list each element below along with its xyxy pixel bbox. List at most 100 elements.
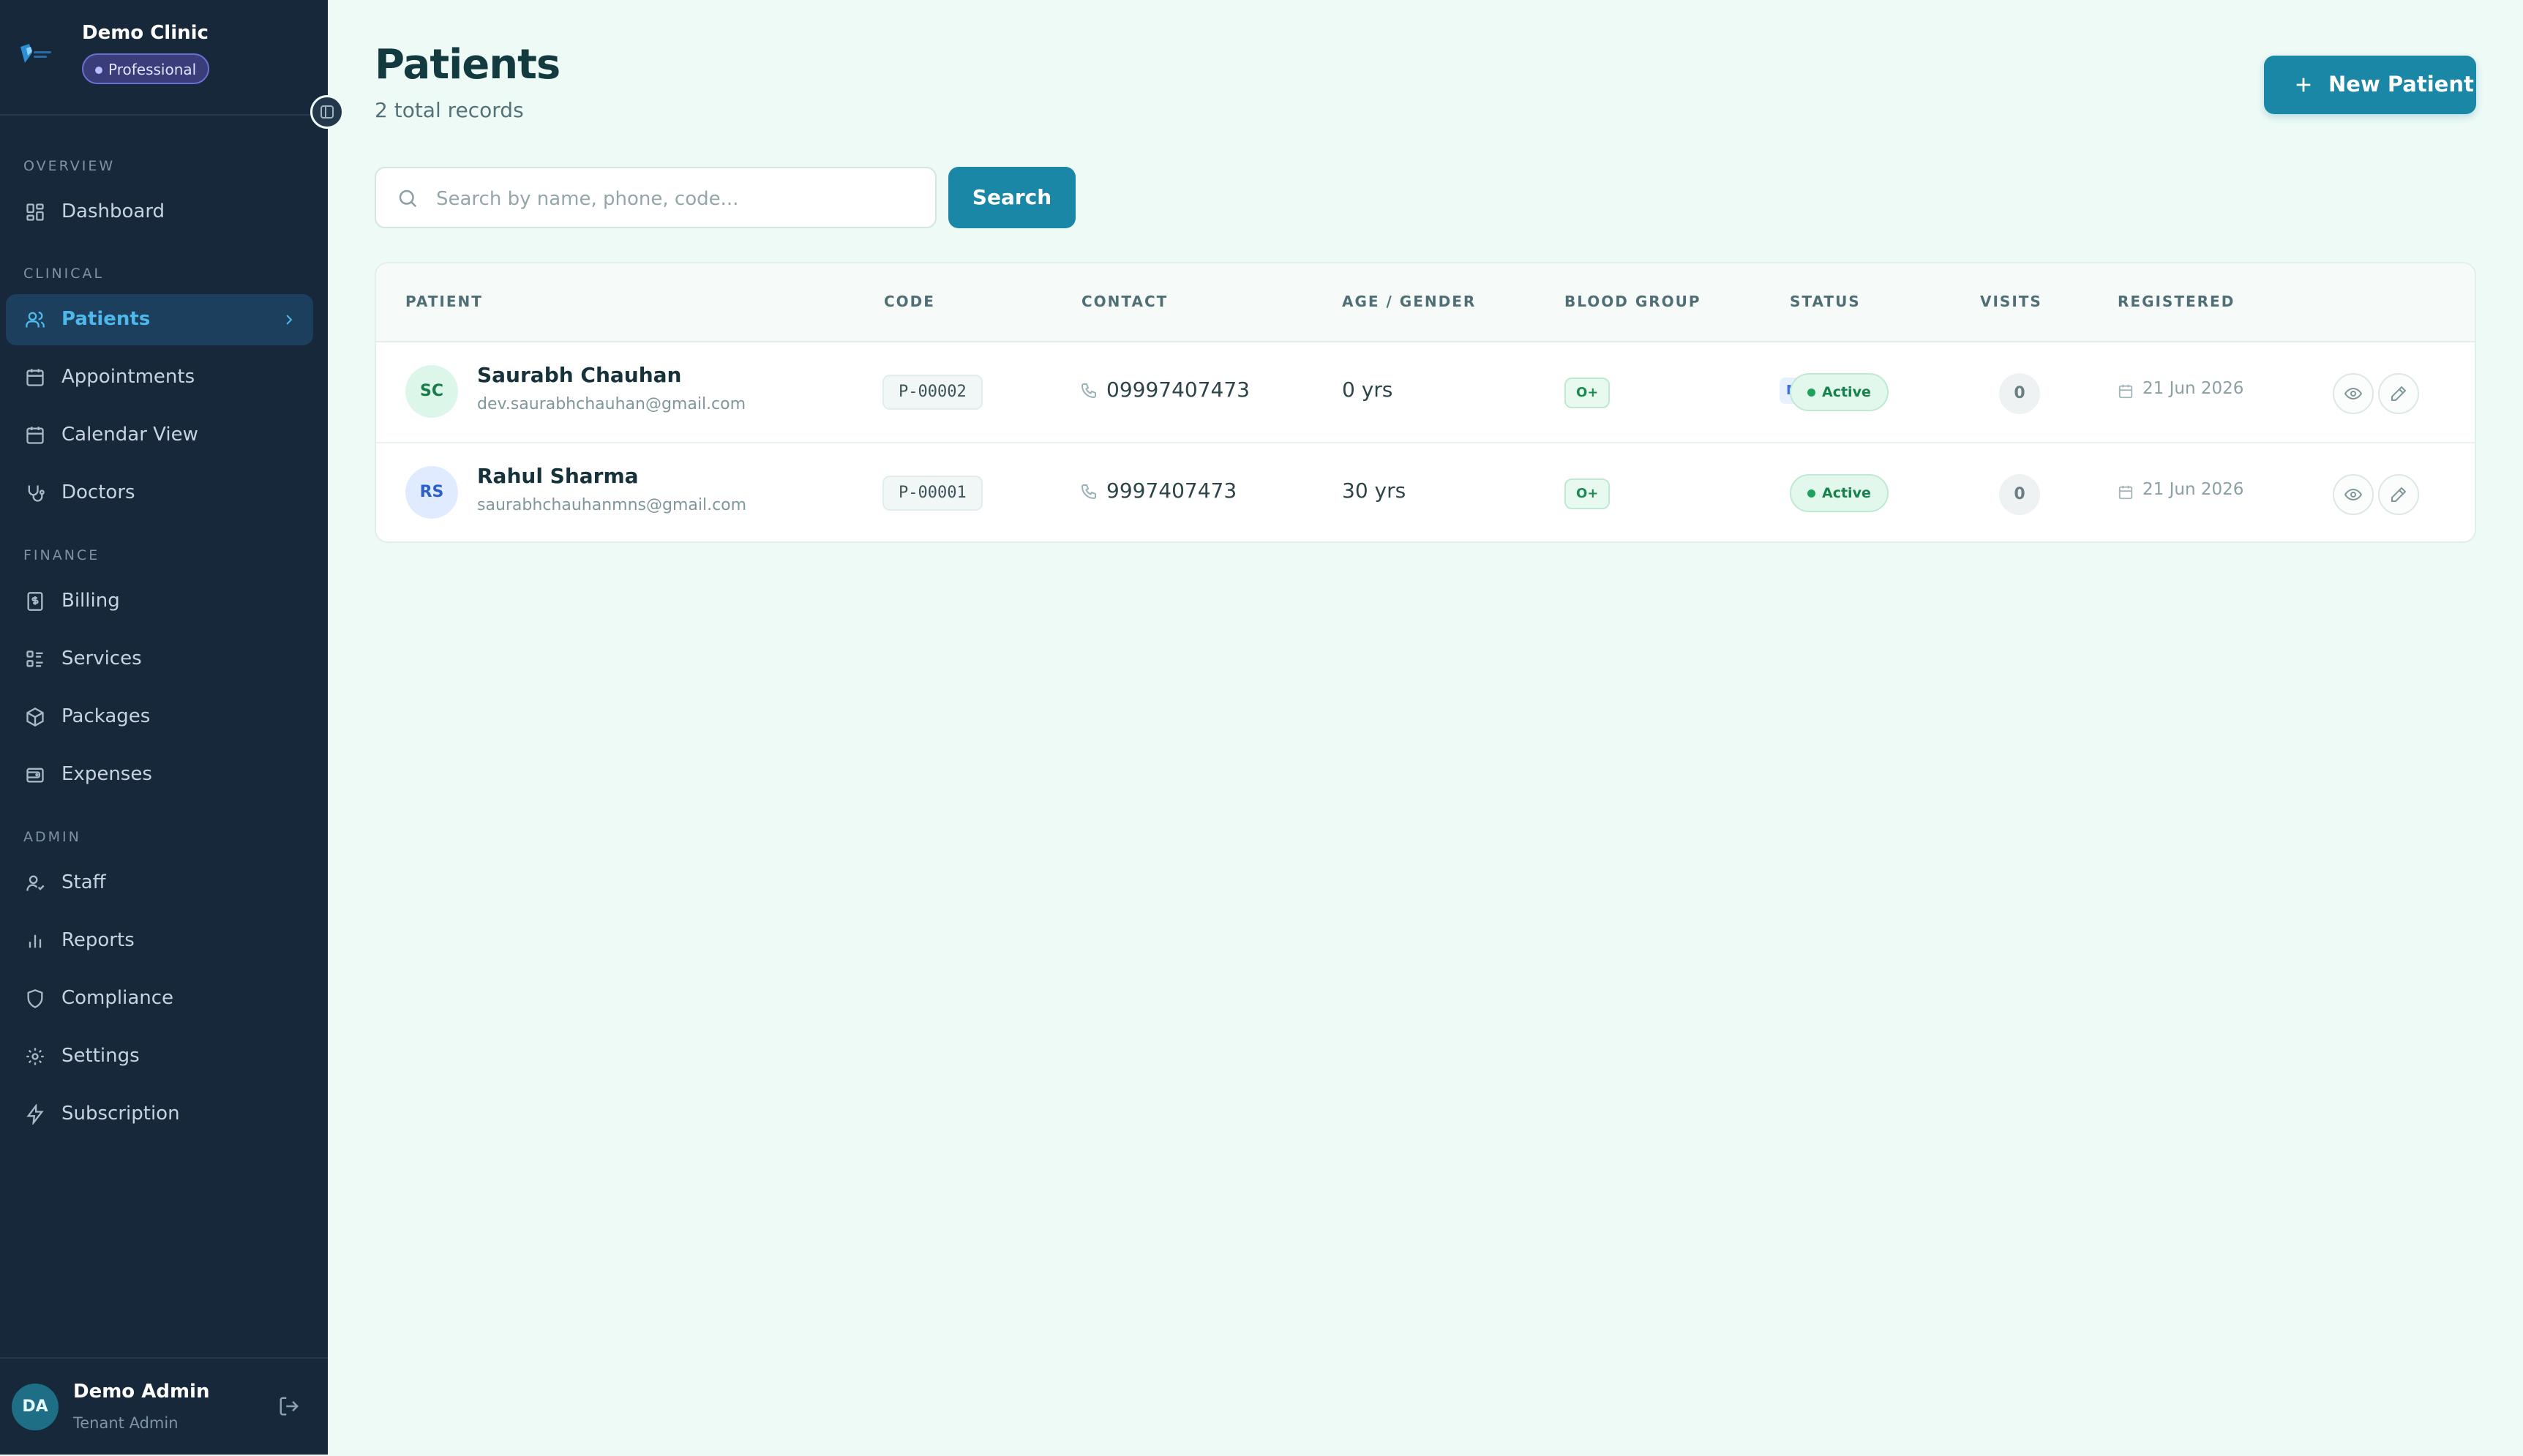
logout-icon[interactable] bbox=[278, 1395, 300, 1417]
calendar-icon bbox=[2118, 384, 2133, 399]
section-label-overview: OVERVIEW bbox=[23, 158, 116, 174]
clinic-logo-icon bbox=[20, 44, 51, 63]
sidebar-item-doctors[interactable]: Doctors bbox=[6, 468, 313, 519]
dashboard-icon bbox=[26, 203, 44, 221]
status-badge: Active bbox=[1790, 474, 1889, 512]
sidebar-item-dashboard[interactable]: Dashboard bbox=[6, 187, 313, 238]
sidebar-item-label: Appointments bbox=[61, 366, 195, 388]
avatar: DA bbox=[12, 1384, 59, 1430]
sidebar-item-label: Compliance bbox=[61, 987, 174, 1009]
user-profile: DA Demo Admin Tenant Admin bbox=[0, 1357, 328, 1456]
sidebar-item-calendar-view[interactable]: Calendar View bbox=[6, 410, 313, 461]
patient-name: Saurabh Chauhan bbox=[477, 363, 682, 387]
visits-count: 0 bbox=[1999, 373, 2040, 414]
registered-date: 21 Jun 2026 bbox=[2143, 480, 2244, 499]
sidebar-item-compliance[interactable]: Compliance bbox=[6, 973, 313, 1024]
patients-table: PATIENT CODE CONTACT AGE / GENDER BLOOD … bbox=[375, 262, 2476, 543]
search-field bbox=[375, 167, 937, 228]
sidebar-item-label: Subscription bbox=[61, 1103, 180, 1125]
sidebar-item-label: Settings bbox=[61, 1045, 140, 1067]
patient-age: 0 yrs bbox=[1342, 378, 1393, 402]
sidebar-item-patients[interactable]: Patients bbox=[6, 294, 313, 345]
page-title: Patients bbox=[375, 41, 561, 89]
column-header-patient: PATIENT bbox=[405, 293, 483, 310]
table-header: PATIENT CODE CONTACT AGE / GENDER BLOOD … bbox=[376, 263, 2475, 342]
sidebar-item-reports[interactable]: Reports bbox=[6, 915, 313, 967]
section-label-admin: ADMIN bbox=[23, 829, 81, 845]
sidebar-item-label: Expenses bbox=[61, 763, 152, 785]
patient-phone: 09997407473 bbox=[1106, 378, 1250, 402]
view-patient-button[interactable] bbox=[2333, 474, 2374, 515]
eye-icon bbox=[2344, 488, 2362, 501]
view-patient-button[interactable] bbox=[2333, 373, 2374, 414]
sidebar-item-label: Packages bbox=[61, 705, 151, 727]
edit-patient-button[interactable] bbox=[2378, 474, 2419, 515]
list-icon bbox=[26, 650, 43, 667]
users-icon bbox=[26, 311, 45, 328]
sidebar-item-label: Doctors bbox=[61, 481, 135, 503]
calendar-icon bbox=[26, 369, 44, 386]
search-button[interactable]: Search bbox=[948, 167, 1076, 228]
sidebar-item-label: Reports bbox=[61, 929, 135, 951]
table-row[interactable]: RS Rahul Sharma saurabhchauhanmns@gmail.… bbox=[376, 442, 2475, 541]
section-label-finance: FINANCE bbox=[23, 547, 100, 563]
patient-code: P-00002 bbox=[882, 375, 983, 410]
column-header-contact: CONTACT bbox=[1081, 293, 1169, 310]
status-dot-icon bbox=[1807, 389, 1815, 397]
plan-label: Professional bbox=[108, 61, 197, 78]
sidebar: Demo Clinic Professional OVERVIEW Dashbo… bbox=[0, 0, 344, 1456]
user-icon bbox=[26, 875, 45, 891]
patient-email: dev.saurabhchauhan@gmail.com bbox=[477, 395, 746, 413]
stethoscope-icon bbox=[28, 485, 45, 502]
table-row[interactable]: SC Saurabh Chauhan dev.saurabhchauhan@gm… bbox=[376, 341, 2475, 443]
status-label: Active bbox=[1822, 485, 1871, 501]
sidebar-item-label: Dashboard bbox=[61, 200, 165, 222]
column-header-visits: VISITS bbox=[1980, 293, 2042, 310]
column-header-status: STATUS bbox=[1790, 293, 1861, 310]
chevron-right-icon bbox=[286, 315, 293, 325]
sidebar-item-packages[interactable]: Packages bbox=[6, 691, 313, 743]
patient-age: 30 yrs bbox=[1342, 479, 1406, 503]
phone-icon bbox=[1081, 383, 1096, 399]
bolt-icon bbox=[26, 1104, 44, 1125]
patient-name: Rahul Sharma bbox=[477, 464, 639, 488]
column-header-blood-group: BLOOD GROUP bbox=[1564, 293, 1701, 310]
pencil-icon bbox=[2391, 487, 2407, 502]
visits-count: 0 bbox=[1999, 474, 2040, 515]
package-icon bbox=[26, 707, 44, 727]
column-header-code: CODE bbox=[884, 293, 935, 310]
sidebar-item-subscription[interactable]: Subscription bbox=[6, 1089, 313, 1140]
calendar-icon bbox=[26, 427, 44, 444]
status-dot-icon bbox=[1807, 489, 1815, 498]
shield-icon bbox=[27, 989, 43, 1008]
sidebar-item-settings[interactable]: Settings bbox=[6, 1031, 313, 1082]
column-header-registered: REGISTERED bbox=[2118, 293, 2235, 310]
sidebar-item-expenses[interactable]: Expenses bbox=[6, 749, 313, 800]
plan-badge: Professional bbox=[82, 53, 210, 84]
edit-patient-button[interactable] bbox=[2378, 373, 2419, 414]
clinic-name: Demo Clinic bbox=[82, 22, 209, 44]
sidebar-item-label: Services bbox=[61, 648, 142, 669]
sidebar-item-services[interactable]: Services bbox=[6, 634, 313, 685]
search-input[interactable] bbox=[435, 183, 921, 215]
collapse-sidebar-button[interactable] bbox=[310, 95, 344, 129]
sidebar-item-billing[interactable]: Billing bbox=[6, 576, 313, 627]
status-badge: Active bbox=[1790, 373, 1889, 411]
user-name: Demo Admin bbox=[73, 1381, 210, 1403]
new-patient-button[interactable]: New Patient bbox=[2264, 56, 2476, 114]
patient-code: P-00001 bbox=[882, 476, 983, 511]
patient-phone: 9997407473 bbox=[1106, 479, 1237, 503]
brand-header: Demo Clinic Professional bbox=[0, 0, 328, 116]
patient-avatar: RS bbox=[405, 466, 458, 519]
sidebar-item-label: Patients bbox=[61, 308, 151, 330]
sidebar-item-staff[interactable]: Staff bbox=[6, 858, 313, 909]
record-count: 2 total records bbox=[375, 98, 524, 122]
patient-avatar: SC bbox=[405, 365, 458, 418]
new-patient-label: New Patient bbox=[2328, 72, 2474, 97]
registered-date: 21 Jun 2026 bbox=[2143, 379, 2244, 398]
blood-group-badge: O+ bbox=[1564, 479, 1611, 509]
sidebar-item-label: Staff bbox=[61, 871, 106, 893]
sidebar-item-appointments[interactable]: Appointments bbox=[6, 352, 313, 403]
column-header-age-gender: AGE / GENDER bbox=[1342, 293, 1477, 310]
user-role: Tenant Admin bbox=[73, 1414, 179, 1432]
